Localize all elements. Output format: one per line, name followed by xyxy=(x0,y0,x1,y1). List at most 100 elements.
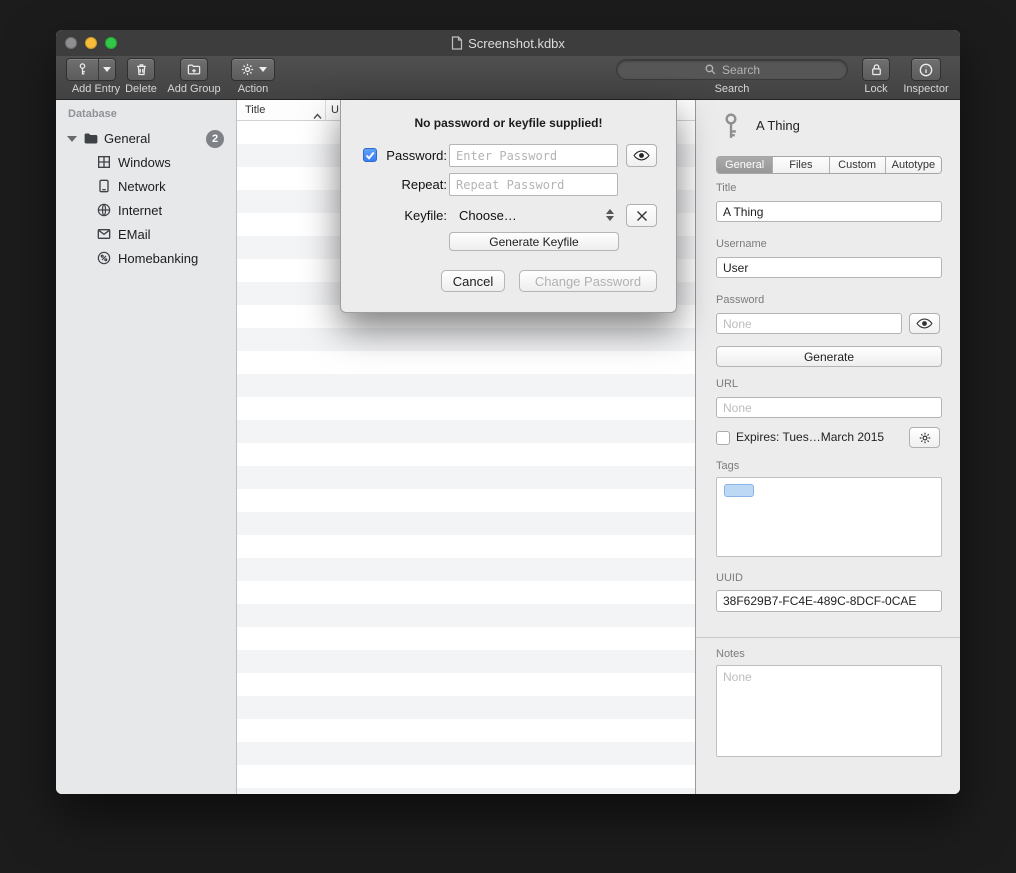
sidebar-item-windows[interactable]: Windows xyxy=(56,151,236,175)
notes-field[interactable]: None xyxy=(716,665,942,757)
inspector-entry-title: A Thing xyxy=(756,118,800,133)
popup-stepper-icon[interactable] xyxy=(604,206,616,224)
disclosure-triangle-icon[interactable] xyxy=(67,136,77,142)
tab-custom[interactable]: Custom xyxy=(829,157,885,173)
username-field-label: Username xyxy=(716,238,767,250)
envelope-icon xyxy=(96,226,112,247)
sheet-warning-message: No password or keyfile supplied! xyxy=(341,116,676,130)
clear-keyfile-button[interactable] xyxy=(626,204,657,227)
username-field[interactable] xyxy=(716,257,942,278)
sidebar-item-label: EMail xyxy=(118,227,151,242)
lock-button[interactable] xyxy=(862,58,890,81)
document-icon xyxy=(451,36,463,50)
chevron-up-icon xyxy=(606,209,614,214)
search-placeholder: Search xyxy=(722,63,760,77)
delete-button[interactable] xyxy=(127,58,155,81)
trash-icon xyxy=(134,62,149,77)
column-divider[interactable] xyxy=(325,100,326,121)
sidebar-item-network[interactable]: Network xyxy=(56,175,236,199)
sidebar-item-label: Windows xyxy=(118,155,171,170)
expires-checkbox[interactable] xyxy=(716,431,730,445)
toolbar: Add Entry Delete Add Group Action Search… xyxy=(56,56,960,100)
sidebar: Database General 2 Windows Network xyxy=(56,100,237,794)
notes-placeholder: None xyxy=(723,670,752,684)
add-entry-button[interactable] xyxy=(66,58,116,81)
search-label: Search xyxy=(702,83,762,95)
tab-autotype[interactable]: Autotype xyxy=(885,157,941,173)
show-password-button[interactable] xyxy=(626,144,657,167)
tab-files[interactable]: Files xyxy=(772,157,828,173)
sidebar-group-label: General xyxy=(104,131,150,146)
tags-field[interactable] xyxy=(716,477,942,557)
inspector-button[interactable] xyxy=(911,58,941,81)
globe-icon xyxy=(96,202,112,223)
inspector-tabs: General Files Custom Autotype xyxy=(716,156,942,174)
sidebar-item-label: Homebanking xyxy=(118,251,198,266)
sidebar-section-header: Database xyxy=(68,108,117,120)
eye-icon xyxy=(916,317,933,330)
repeat-password-input[interactable] xyxy=(449,173,618,196)
password-label: Password: xyxy=(379,148,447,163)
sidebar-item-email[interactable]: EMail xyxy=(56,223,236,247)
lock-icon xyxy=(869,62,884,77)
delete-label: Delete xyxy=(111,83,171,95)
generate-keyfile-button[interactable]: Generate Keyfile xyxy=(449,232,619,251)
uuid-field[interactable] xyxy=(716,590,942,612)
action-label: Action xyxy=(223,83,283,95)
title-field-label: Title xyxy=(716,182,736,194)
app-window: Screenshot.kdbx Add Entry Delete xyxy=(56,30,960,794)
expires-settings-button[interactable] xyxy=(909,427,940,448)
search-input[interactable]: Search xyxy=(616,59,848,80)
url-field-label: URL xyxy=(716,378,738,390)
chevron-down-icon xyxy=(259,67,267,72)
tag-token[interactable] xyxy=(724,484,754,497)
password-input[interactable] xyxy=(449,144,618,167)
inspector-panel: A Thing General Files Custom Autotype Ti… xyxy=(695,100,960,794)
check-icon xyxy=(365,151,375,160)
repeat-label: Repeat: xyxy=(379,177,447,192)
key-plus-icon xyxy=(75,62,90,77)
key-icon xyxy=(718,112,744,145)
cancel-button[interactable]: Cancel xyxy=(441,270,505,292)
keyfile-popup[interactable]: Choose… xyxy=(459,208,517,223)
close-window-button[interactable] xyxy=(65,37,77,49)
notes-field-label: Notes xyxy=(716,648,745,660)
tab-general[interactable]: General xyxy=(717,157,772,173)
password-field[interactable] xyxy=(716,313,902,334)
sidebar-item-internet[interactable]: Internet xyxy=(56,199,236,223)
gear-icon xyxy=(240,62,255,77)
sidebar-item-homebanking[interactable]: Homebanking xyxy=(56,247,236,271)
password-field-label: Password xyxy=(716,294,764,306)
password-checkbox[interactable] xyxy=(363,148,377,162)
info-icon xyxy=(918,62,934,78)
window-title: Screenshot.kdbx xyxy=(468,36,565,51)
uuid-field-label: UUID xyxy=(716,572,743,584)
network-icon xyxy=(96,178,112,199)
section-divider xyxy=(696,637,960,638)
action-button[interactable] xyxy=(231,58,275,81)
minimize-window-button[interactable] xyxy=(85,37,97,49)
sidebar-item-label: Network xyxy=(118,179,166,194)
entry-count-badge: 2 xyxy=(206,130,224,148)
url-field[interactable] xyxy=(716,397,942,418)
sidebar-item-general[interactable]: General 2 xyxy=(56,127,236,151)
reveal-password-button[interactable] xyxy=(909,313,940,334)
change-password-sheet: No password or keyfile supplied! Passwor… xyxy=(340,100,677,313)
percent-icon xyxy=(96,250,112,271)
folder-icon xyxy=(82,130,100,152)
tags-field-label: Tags xyxy=(716,460,739,472)
column-header-title[interactable]: Title xyxy=(245,104,265,116)
titlebar: Screenshot.kdbx xyxy=(56,30,960,56)
column-header-username[interactable]: U xyxy=(331,104,339,116)
add-group-label: Add Group xyxy=(164,83,224,95)
add-entry-dropdown[interactable] xyxy=(99,67,115,72)
change-password-button[interactable]: Change Password xyxy=(519,270,657,292)
zoom-window-button[interactable] xyxy=(105,37,117,49)
eye-icon xyxy=(633,149,650,162)
windows-icon xyxy=(96,154,112,175)
generate-password-button[interactable]: Generate xyxy=(716,346,942,367)
add-group-button[interactable] xyxy=(180,58,208,81)
desktop: Screenshot.kdbx Add Entry Delete xyxy=(0,0,1016,873)
inspector-label: Inspector xyxy=(896,83,956,95)
title-field[interactable] xyxy=(716,201,942,222)
